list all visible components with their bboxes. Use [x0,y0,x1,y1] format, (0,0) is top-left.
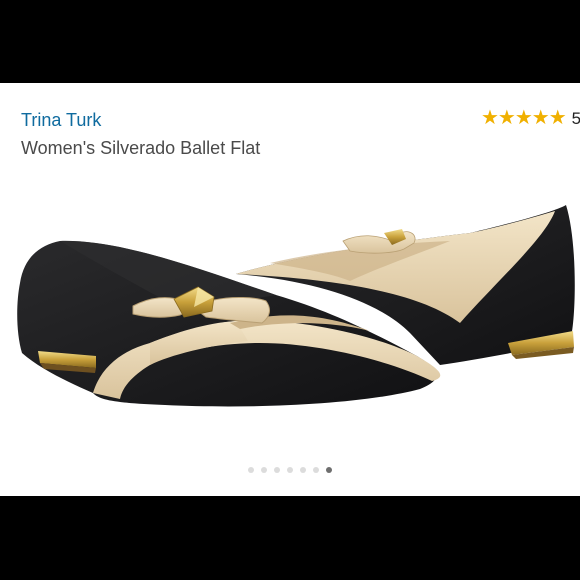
carousel-dots [0,467,580,473]
carousel-dot[interactable] [274,467,280,473]
carousel-dot[interactable] [248,467,254,473]
ballet-flat-illustration [17,205,575,407]
star-rating-icon: ★★★★★ [481,107,567,129]
product-title: Women's Silverado Ballet Flat [21,138,261,158]
carousel-dot[interactable] [287,467,293,473]
rating-summary[interactable]: ★★★★★ 5 [481,108,580,128]
carousel-dot[interactable] [313,467,319,473]
carousel-dot[interactable] [261,467,267,473]
carousel-dot-active[interactable] [326,467,332,473]
rating-count: 5 [571,108,580,128]
carousel-dot[interactable] [300,467,306,473]
brand-link[interactable]: Trina Turk [21,110,101,131]
product-image[interactable] [0,183,580,453]
product-card: Trina Turk Women's Silverado Ballet Flat… [0,83,580,496]
